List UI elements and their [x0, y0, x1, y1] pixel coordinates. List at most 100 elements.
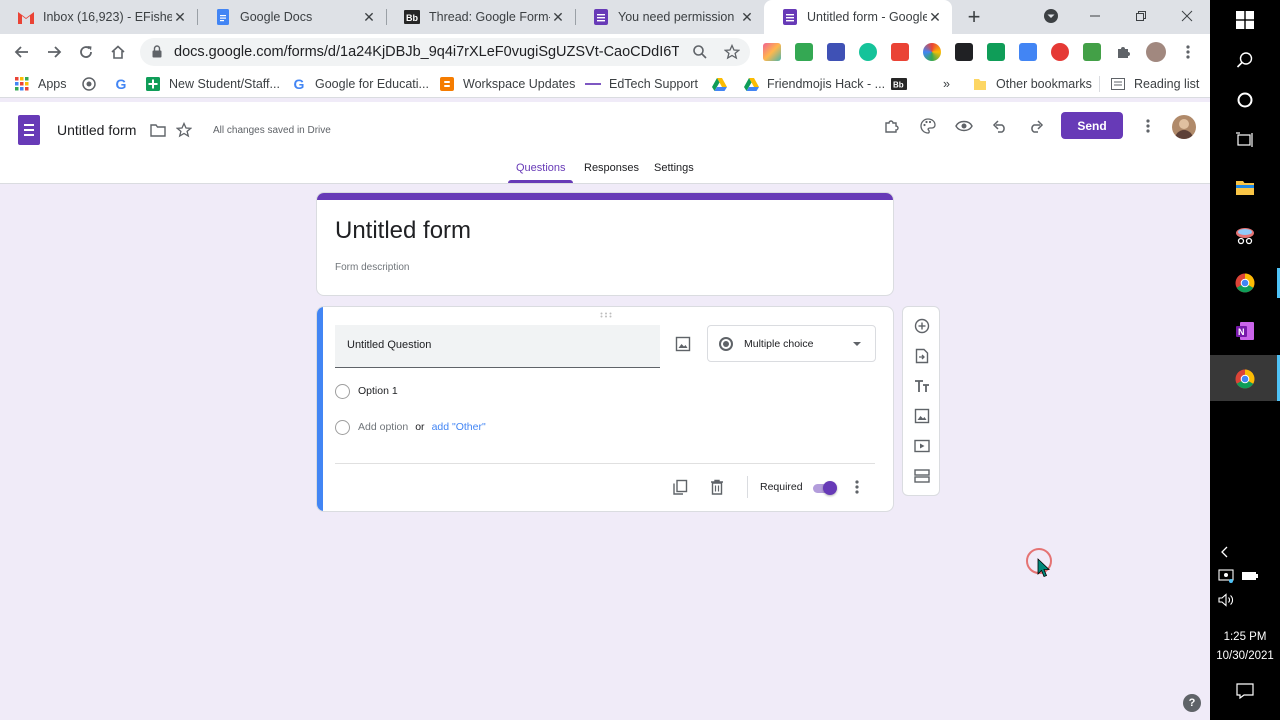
close-icon[interactable]: ✕ [361, 9, 377, 25]
back-icon[interactable] [10, 40, 34, 64]
profile-avatar[interactable] [1146, 42, 1166, 62]
bookmark-star-icon[interactable] [723, 43, 741, 60]
tab-responses[interactable]: Responses [584, 162, 639, 174]
bookmark-google[interactable]: G [113, 75, 137, 93]
forms-logo-icon[interactable] [18, 115, 40, 145]
extension-dark-icon[interactable] [955, 43, 973, 61]
file-explorer-icon[interactable] [1234, 176, 1256, 198]
new-tab-button[interactable]: + [964, 6, 984, 28]
grammarly-icon[interactable] [859, 43, 877, 61]
close-icon[interactable]: ✕ [550, 9, 566, 25]
extensions-puzzle-icon[interactable] [1112, 40, 1136, 64]
add-option-link[interactable]: Add option [358, 421, 408, 433]
add-title-icon[interactable] [913, 377, 931, 395]
chrome-icon[interactable] [1234, 272, 1256, 294]
add-question-icon[interactable] [913, 317, 931, 335]
required-toggle[interactable] [811, 481, 839, 495]
extension-printer-icon[interactable] [1083, 43, 1101, 61]
task-view-icon[interactable] [1234, 129, 1256, 151]
addons-puzzle-icon[interactable] [882, 116, 902, 136]
send-button[interactable]: Send [1061, 112, 1123, 139]
option-label[interactable]: Option 1 [358, 385, 398, 397]
extension-gmail-icon[interactable] [891, 43, 909, 61]
account-avatar[interactable] [1172, 115, 1196, 139]
snipping-tool-icon[interactable] [1234, 224, 1256, 246]
doc-title[interactable]: Untitled form [57, 122, 136, 138]
question-title-input[interactable]: Untitled Question [335, 325, 660, 368]
delete-icon[interactable] [707, 477, 727, 497]
extension-classroom-icon[interactable] [795, 43, 813, 61]
volume-icon[interactable] [1216, 590, 1236, 610]
bookmark-workspace-updates[interactable]: Workspace Updates [439, 75, 575, 93]
tab-gmail[interactable]: Inbox (16,923) - EFisher ✕ [0, 0, 197, 34]
search-icon[interactable] [1234, 49, 1256, 71]
extension-screen-icon[interactable] [827, 43, 845, 61]
windows-start-icon[interactable] [1234, 9, 1256, 31]
bookmark-apps[interactable]: Apps [14, 75, 67, 93]
onenote-icon[interactable]: N [1234, 320, 1256, 342]
bookmark-target[interactable] [81, 75, 105, 93]
palette-icon[interactable] [918, 116, 938, 136]
forward-icon[interactable] [42, 40, 66, 64]
more-vert-icon[interactable] [1138, 116, 1158, 136]
tab-questions[interactable]: Questions [516, 162, 566, 174]
question-card[interactable]: Untitled Question Multiple choice Option… [316, 306, 894, 512]
extension-color-icon[interactable] [923, 43, 941, 61]
duplicate-icon[interactable] [670, 477, 690, 497]
cortana-icon[interactable] [1234, 89, 1256, 111]
tab-permission[interactable]: You need permission ✕ [575, 0, 764, 34]
chevron-left-icon[interactable] [1216, 542, 1232, 562]
tab-search-icon[interactable] [1040, 6, 1062, 26]
import-questions-icon[interactable] [913, 347, 931, 365]
bookmark-google-edu[interactable]: G Google for Educati... [291, 75, 429, 93]
tab-settings[interactable]: Settings [654, 162, 694, 174]
bookmarks-overflow[interactable]: » [943, 75, 950, 93]
close-icon[interactable]: ✕ [927, 9, 943, 25]
battery-icon[interactable] [1240, 566, 1260, 586]
notifications-icon[interactable] [1234, 680, 1256, 702]
undo-icon[interactable] [990, 116, 1010, 136]
bookmark-drive[interactable] [711, 75, 735, 93]
add-other-link[interactable]: add "Other" [432, 421, 486, 433]
close-icon[interactable]: ✕ [739, 9, 755, 25]
add-section-icon[interactable] [913, 467, 931, 485]
browser-menu-icon[interactable] [1176, 40, 1200, 64]
close-window-icon[interactable] [1176, 6, 1198, 26]
preview-eye-icon[interactable] [954, 116, 974, 136]
extension-record-icon[interactable] [1051, 43, 1069, 61]
bookmark-new-student[interactable]: New Student/Staff... [145, 75, 280, 93]
question-type-dropdown[interactable]: Multiple choice [707, 325, 876, 362]
minimize-icon[interactable] [1084, 6, 1106, 26]
google-translate-icon[interactable] [1019, 43, 1037, 61]
folder-icon[interactable] [148, 120, 168, 140]
restore-icon[interactable] [1130, 6, 1152, 26]
address-bar[interactable]: docs.google.com/forms/d/1a24KjDBJb_9q4i7… [140, 38, 750, 66]
option-row[interactable]: Option 1 [335, 382, 398, 400]
add-image-icon[interactable] [675, 336, 691, 352]
bookmark-blackboard[interactable]: Bb [891, 75, 915, 93]
add-video-icon[interactable] [913, 437, 931, 455]
bookmark-edtech-support[interactable]: EdTech Support [585, 75, 698, 93]
form-description-field[interactable]: Form description [335, 262, 409, 273]
star-icon[interactable] [174, 120, 194, 140]
help-icon[interactable]: ? [1183, 694, 1201, 712]
tab-thread[interactable]: Bb Thread: Google Form-A ✕ [386, 0, 575, 34]
tab-google-docs[interactable]: Google Docs ✕ [197, 0, 386, 34]
screen-capture-icon[interactable] [1216, 566, 1236, 586]
tab-untitled-form[interactable]: Untitled form - Google ✕ [764, 0, 952, 34]
search-icon[interactable] [692, 44, 708, 60]
chrome-icon[interactable] [1234, 368, 1256, 390]
extension-heart-icon[interactable] [763, 43, 781, 61]
more-vert-icon[interactable] [847, 477, 867, 497]
bookmark-friendmojis[interactable]: Friendmojis Hack - ... [743, 75, 885, 93]
system-clock[interactable]: 1:25 PM 10/30/2021 [1210, 628, 1280, 666]
reload-icon[interactable] [74, 40, 98, 64]
close-icon[interactable]: ✕ [172, 9, 188, 25]
bookmark-other-bookmarks[interactable]: Other bookmarks [972, 75, 1092, 93]
reading-list[interactable]: Reading list [1110, 75, 1199, 93]
form-title[interactable]: Untitled form [335, 217, 471, 245]
drag-handle-icon[interactable] [600, 311, 612, 319]
redo-icon[interactable] [1026, 116, 1046, 136]
home-icon[interactable] [106, 40, 130, 64]
add-image-icon[interactable] [913, 407, 931, 425]
